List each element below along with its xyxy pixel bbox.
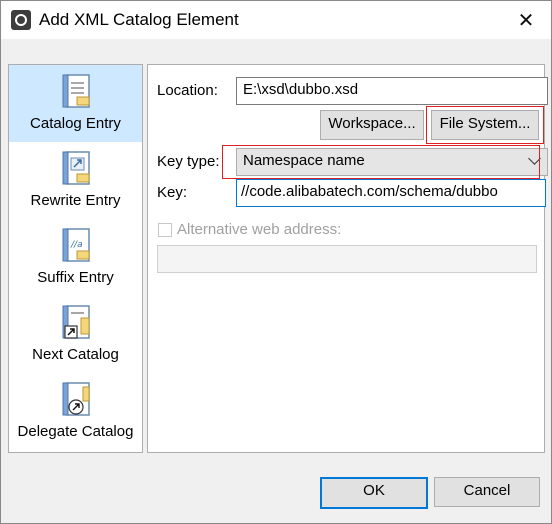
alternative-web-input[interactable]: [157, 245, 537, 273]
key-type-value: Namespace name: [243, 152, 365, 169]
key-type-label: Key type:: [157, 153, 220, 170]
delegate-catalog-icon: [62, 382, 90, 416]
nav-item-label: Rewrite Entry: [30, 192, 121, 209]
catalog-entry-icon: [62, 74, 90, 108]
location-input[interactable]: E:\xsd\dubbo.xsd: [236, 77, 548, 105]
location-label: Location:: [157, 82, 218, 99]
chevron-down-icon: [528, 152, 541, 165]
window-title: Add XML Catalog Element: [39, 10, 239, 29]
nav-item-suffix-entry[interactable]: //a Suffix Entry: [9, 219, 142, 296]
nav-item-catalog-entry[interactable]: Catalog Entry: [9, 65, 142, 142]
key-input[interactable]: //code.alibabatech.com/schema/dubbo: [236, 179, 546, 207]
close-button[interactable]: ✕: [511, 6, 541, 34]
dialog-window: Add XML Catalog Element ✕ Catalog Entry: [0, 0, 552, 524]
alternative-web-label: Alternative web address:: [177, 221, 342, 238]
ok-button[interactable]: OK: [320, 477, 428, 509]
nav-item-label: Suffix Entry: [37, 269, 114, 286]
app-icon: [11, 10, 31, 30]
nav-item-next-catalog[interactable]: Next Catalog: [9, 296, 142, 373]
key-label: Key:: [157, 184, 188, 201]
file-system-button[interactable]: File System...: [431, 110, 539, 140]
next-catalog-icon: [62, 305, 90, 339]
key-type-select[interactable]: Namespace name: [236, 148, 548, 176]
workspace-button[interactable]: Workspace...: [320, 110, 424, 140]
title-bar: Add XML Catalog Element ✕: [1, 1, 551, 39]
cancel-button[interactable]: Cancel: [434, 477, 540, 507]
nav-item-label: Catalog Entry: [30, 115, 121, 132]
entry-form: Location: E:\xsd\dubbo.xsd Workspace... …: [147, 64, 548, 453]
nav-item-rewrite-entry[interactable]: Rewrite Entry: [9, 142, 142, 219]
suffix-entry-icon: //a: [62, 228, 90, 262]
svg-text://a: //a: [70, 240, 83, 250]
nav-item-label: Next Catalog: [32, 346, 119, 363]
nav-item-delegate-catalog[interactable]: Delegate Catalog: [9, 373, 142, 450]
nav-item-label: Delegate Catalog: [17, 423, 134, 440]
close-icon: ✕: [517, 9, 535, 32]
rewrite-entry-icon: [62, 151, 90, 185]
alternative-web-checkbox[interactable]: [158, 223, 172, 237]
element-type-list: Catalog Entry Rewrite Entry //a Suffix E…: [8, 64, 143, 453]
